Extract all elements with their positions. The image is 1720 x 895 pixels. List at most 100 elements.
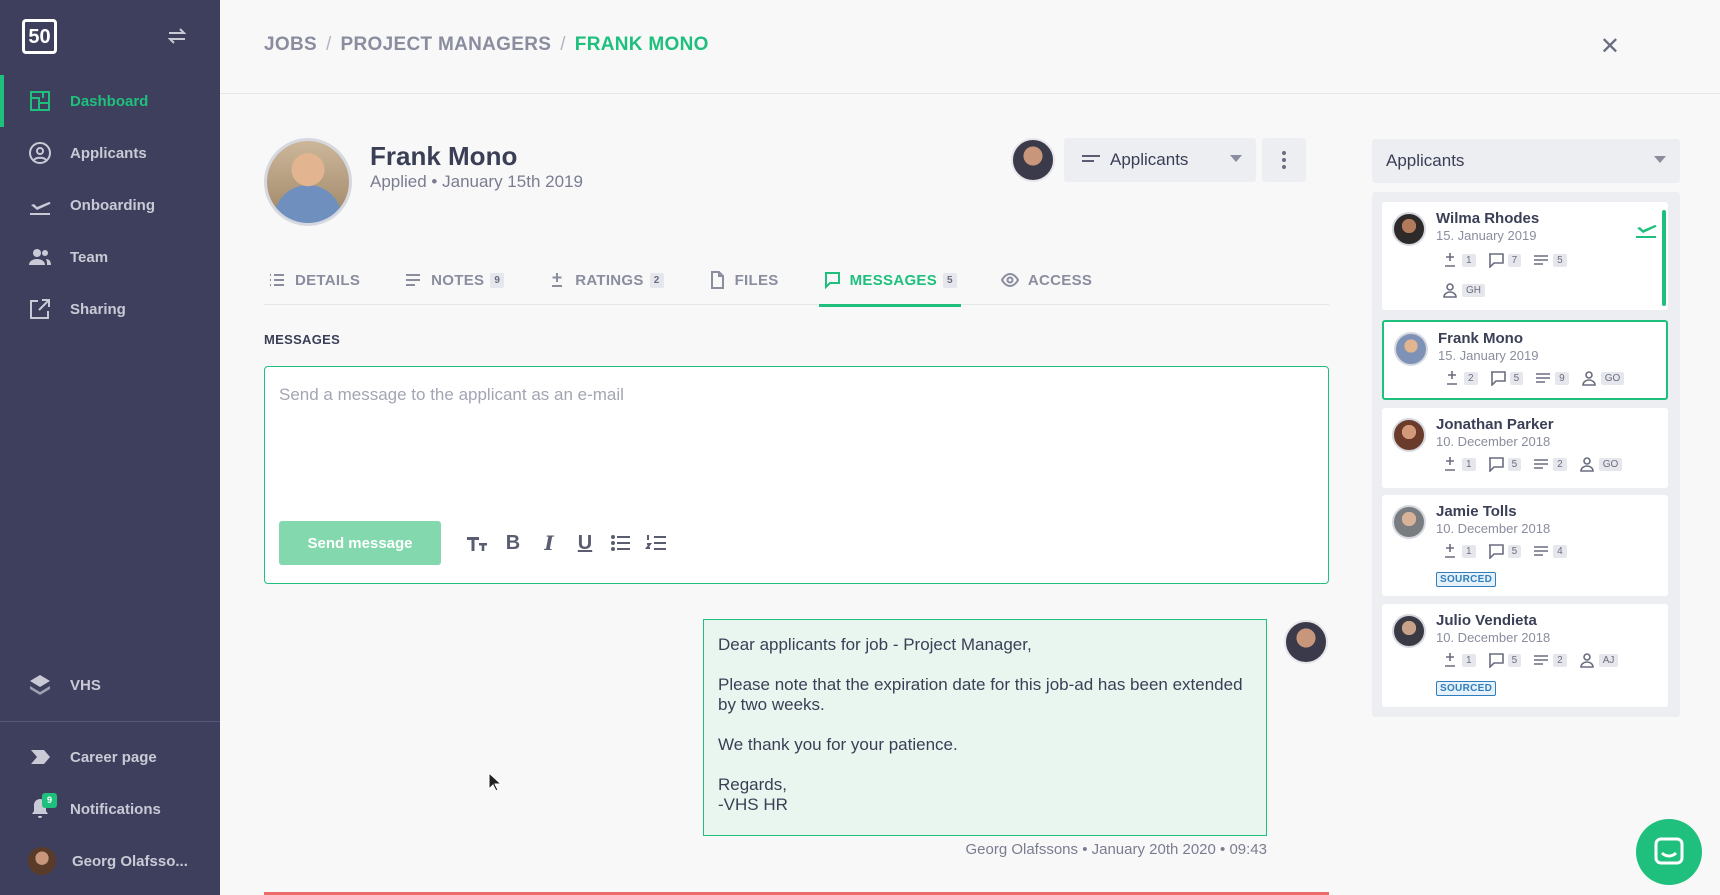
applicant-card-name: Julio Vendieta <box>1436 612 1537 629</box>
tab-label: FILES <box>734 271 779 289</box>
tab-count: 5 <box>943 272 957 288</box>
messages-count: 7 <box>1507 253 1522 267</box>
person-icon <box>1579 457 1594 472</box>
message-icon <box>824 272 840 289</box>
message-signature: -VHS HR <box>718 795 788 814</box>
sidebar: 50 Dashboard Applicants Onboarding Team … <box>0 0 220 895</box>
message-icon <box>1488 653 1504 668</box>
bullet-list-icon[interactable] <box>609 531 633 555</box>
sidebar-item-career-page[interactable]: Career page <box>0 731 220 783</box>
assignee-initials: GO <box>1600 371 1625 385</box>
applicant-avatar <box>1392 614 1426 648</box>
sidebar-nav: Dashboard Applicants Onboarding Team Sha… <box>0 75 220 335</box>
notes-icon <box>1536 373 1551 383</box>
sidebar-bottom: Career page 9 Notifications Georg Olafss… <box>0 731 220 887</box>
applicant-card-selected[interactable]: Frank Mono 15. January 2019 2 5 9 GO <box>1382 320 1668 400</box>
applicant-card[interactable]: Jonathan Parker 10. December 2018 1 5 2 … <box>1382 408 1668 488</box>
ratings-count: 1 <box>1462 253 1476 267</box>
assignee-initials: GH <box>1462 283 1485 297</box>
stage-select-value: Applicants <box>1110 150 1189 169</box>
applicant-card-date: 15. January 2019 <box>1436 228 1537 243</box>
assignee-initials: AJ <box>1598 653 1619 667</box>
applicant-card-date: 10. December 2018 <box>1436 434 1551 449</box>
notes-icon <box>1534 655 1549 665</box>
bold-icon[interactable]: B <box>501 531 525 555</box>
applicant-list-select[interactable]: Applicants <box>1372 139 1680 183</box>
messages-count: 5 <box>1507 457 1522 471</box>
sidebar-item-applicants[interactable]: Applicants <box>0 127 220 179</box>
person-icon <box>1443 283 1457 298</box>
owner-avatar[interactable] <box>1011 138 1055 182</box>
underline-icon[interactable]: U <box>573 531 597 555</box>
onboarding-plane-icon <box>1636 225 1657 238</box>
sidebar-item-team[interactable]: Team <box>0 231 220 283</box>
applicant-card-date: 10. December 2018 <box>1436 521 1551 536</box>
breadcrumb-project-managers[interactable]: PROJECT MANAGERS <box>341 34 552 55</box>
tab-label: NOTES <box>431 271 485 289</box>
ratings-count: 1 <box>1462 457 1476 471</box>
tab-label: RATINGS <box>575 271 644 289</box>
plane-icon <box>30 202 51 215</box>
messages-section-label: MESSAGES <box>264 332 341 347</box>
more-options-button[interactable] <box>1262 138 1306 182</box>
tab-details[interactable]: DETAILS <box>264 255 364 305</box>
applicant-card-date: 10. December 2018 <box>1436 630 1551 645</box>
mouse-cursor-icon <box>488 772 502 792</box>
sidebar-vhs-wrap: VHS <box>0 659 220 711</box>
plus-minus-icon <box>1447 371 1457 385</box>
share-icon <box>30 299 50 319</box>
more-dot <box>1282 151 1286 155</box>
tab-access[interactable]: ACCESS <box>997 255 1096 305</box>
applicant-list-scrollbar[interactable] <box>1662 210 1666 306</box>
tab-label: ACCESS <box>1027 271 1093 289</box>
text-size-icon[interactable] <box>465 531 489 555</box>
swap-arrows-icon[interactable] <box>165 24 189 48</box>
tab-ratings[interactable]: RATINGS 2 <box>544 255 667 305</box>
applicant-assignee: GH <box>1442 282 1493 298</box>
sidebar-item-label: Applicants <box>70 144 147 162</box>
notes-count: 2 <box>1553 457 1567 471</box>
send-message-button[interactable]: Send message <box>279 521 441 565</box>
message-compose-box[interactable]: Send a message to the applicant as an e-… <box>264 366 1329 584</box>
layers-icon <box>30 675 50 695</box>
sourced-badge: SOURCED <box>1436 572 1497 587</box>
sidebar-item-vhs[interactable]: VHS <box>0 659 220 711</box>
numbered-list-icon[interactable] <box>645 531 669 555</box>
sidebar-item-user[interactable]: Georg Olafsso... <box>0 835 220 887</box>
app-logo[interactable]: 50 <box>22 19 57 54</box>
ratings-count: 2 <box>1464 371 1478 385</box>
applicant-card[interactable]: Wilma Rhodes 15. January 2019 1 7 5 GH <box>1382 202 1668 310</box>
sidebar-item-label: Sharing <box>70 300 126 318</box>
tab-files[interactable]: FILES <box>704 255 783 305</box>
breadcrumb-jobs[interactable]: JOBS <box>264 34 317 55</box>
sidebar-item-dashboard[interactable]: Dashboard <box>0 75 220 127</box>
message-regards: Regards, <box>718 775 787 794</box>
applicant-card[interactable]: Julio Vendieta 10. December 2018 1 5 2 A… <box>1382 604 1668 707</box>
team-icon <box>29 249 51 265</box>
message-input-placeholder: Send a message to the applicant as an e-… <box>279 385 624 404</box>
applicant-photo <box>264 138 352 226</box>
sidebar-item-notifications[interactable]: 9 Notifications <box>0 783 220 835</box>
chat-launcher-button[interactable] <box>1636 819 1702 885</box>
tab-notes[interactable]: NOTES 9 <box>400 255 508 305</box>
notes-count: 5 <box>1553 253 1567 267</box>
message-paragraph: Please note that the expiration date for… <box>718 675 1243 714</box>
sidebar-item-label: Georg Olafsso... <box>72 852 188 870</box>
sidebar-item-label: Career page <box>70 748 157 766</box>
applicant-avatar <box>1392 212 1426 246</box>
italic-icon[interactable]: I <box>537 531 561 555</box>
applicant-stats: 1 5 2 GO <box>1442 456 1630 472</box>
sidebar-item-onboarding[interactable]: Onboarding <box>0 179 220 231</box>
plus-minus-icon <box>1445 544 1455 558</box>
tab-messages[interactable]: MESSAGES 5 <box>818 255 962 307</box>
close-icon[interactable]: ✕ <box>1600 32 1620 61</box>
message-icon <box>1490 371 1506 386</box>
applicant-stats: 1 7 5 <box>1442 252 1575 268</box>
sidebar-item-sharing[interactable]: Sharing <box>0 283 220 335</box>
applicant-list: Wilma Rhodes 15. January 2019 1 7 5 GH F… <box>1372 192 1680 717</box>
stage-select[interactable]: Applicants <box>1064 138 1256 182</box>
tab-count: 9 <box>490 272 505 288</box>
career-page-icon <box>31 750 50 764</box>
applicant-card[interactable]: Jamie Tolls 10. December 2018 1 5 4 SOUR… <box>1382 495 1668 596</box>
person-icon <box>1581 371 1596 386</box>
